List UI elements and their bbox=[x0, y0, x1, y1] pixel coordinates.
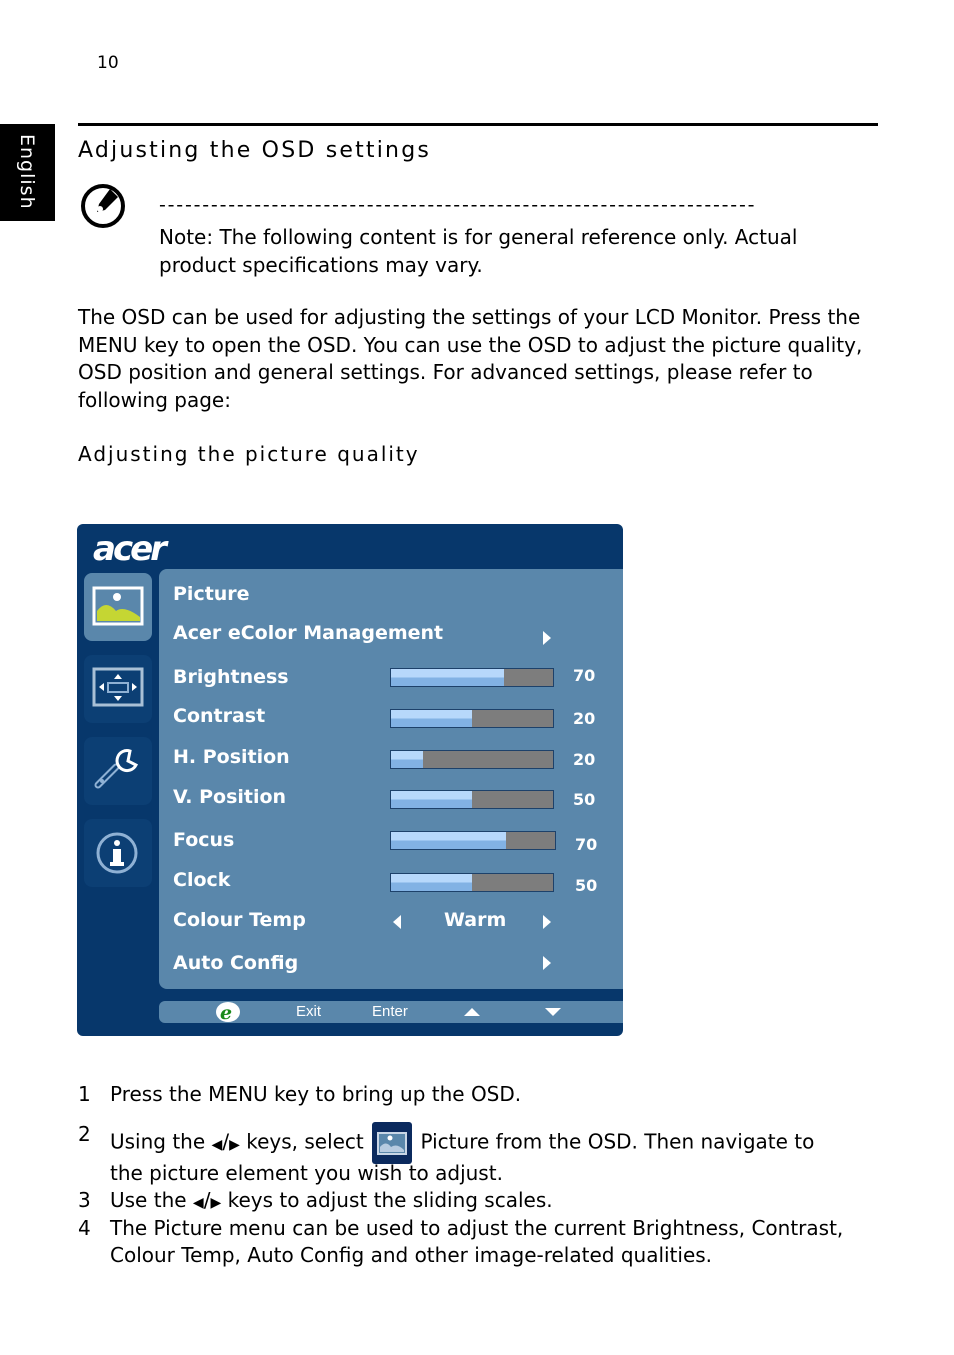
v-position-value: 50 bbox=[573, 790, 596, 809]
brightness-slider[interactable] bbox=[390, 668, 554, 687]
acer-logo: acer bbox=[93, 530, 172, 566]
sidebar-item-position[interactable] bbox=[84, 655, 152, 723]
language-tab: English bbox=[0, 124, 55, 221]
picture-menu-panel: Picture Acer eColor Management Brightnes… bbox=[159, 569, 623, 989]
down-arrow-icon[interactable] bbox=[545, 1007, 561, 1017]
slider-label-contrast: Contrast bbox=[173, 705, 266, 727]
settings-wrench-icon bbox=[94, 749, 139, 789]
focus-value: 70 bbox=[575, 835, 598, 854]
step-text: Picture from the OSD. Then navigate to bbox=[420, 1129, 815, 1154]
acer-logo-text: acer bbox=[93, 530, 169, 566]
picture-icon bbox=[92, 586, 144, 626]
language-tab-label: English bbox=[16, 134, 38, 210]
h-position-value: 20 bbox=[573, 750, 596, 769]
brightness-value: 70 bbox=[573, 666, 596, 685]
separator: / bbox=[222, 1129, 230, 1154]
osd-menu: acer Picture Acer eColor Management Brig… bbox=[77, 524, 623, 1036]
exit-button[interactable]: Exit bbox=[296, 1003, 321, 1020]
right-key-icon: ▶ bbox=[210, 1195, 222, 1211]
slider-label-h-position: H. Position bbox=[173, 746, 290, 768]
osd-footer: e Exit Enter bbox=[159, 1001, 623, 1023]
slider-fill bbox=[391, 710, 472, 727]
step-text: Press the MENU key to bring up the OSD. bbox=[110, 1082, 522, 1106]
slider-fill bbox=[391, 751, 424, 768]
separator: / bbox=[203, 1188, 211, 1212]
step-text: Colour Temp, Auto Config and other image… bbox=[110, 1243, 713, 1267]
step-number: 3 bbox=[78, 1188, 91, 1212]
slider-fill bbox=[391, 832, 506, 849]
contrast-slider[interactable] bbox=[390, 709, 554, 728]
left-key-icon: ◀ bbox=[192, 1195, 204, 1211]
step-text: Using the bbox=[110, 1129, 206, 1154]
picture-icon bbox=[372, 1122, 413, 1164]
section-divider bbox=[78, 123, 878, 126]
note-separator: ----------------------------------------… bbox=[159, 194, 757, 216]
osd-position-icon bbox=[92, 667, 144, 707]
enter-button[interactable]: Enter bbox=[372, 1003, 408, 1020]
menu-title: Picture bbox=[173, 583, 250, 605]
step-text-line: Using the ◀/▶ keys, select Picture from … bbox=[110, 1122, 814, 1164]
colour-temp-value: Warm bbox=[444, 909, 507, 931]
h-position-slider[interactable] bbox=[390, 750, 554, 769]
step-text: Use the bbox=[110, 1188, 187, 1212]
menu-item-auto-config[interactable]: Auto Config bbox=[173, 952, 298, 974]
focus-slider[interactable] bbox=[390, 831, 556, 850]
menu-item-ecolor[interactable]: Acer eColor Management bbox=[173, 622, 443, 644]
colour-temp-label: Colour Temp bbox=[173, 909, 306, 931]
v-position-slider[interactable] bbox=[390, 790, 554, 809]
clock-value: 50 bbox=[575, 876, 598, 895]
step-number: 1 bbox=[78, 1082, 91, 1106]
up-arrow-icon[interactable] bbox=[464, 1007, 480, 1017]
sidebar-item-settings[interactable] bbox=[84, 737, 152, 805]
intro-paragraph: The OSD can be used for adjusting the se… bbox=[78, 305, 863, 412]
page-number: 10 bbox=[97, 53, 119, 73]
section-title: Adjusting the OSD settings bbox=[78, 138, 432, 163]
auto-config-arrow-right-icon[interactable] bbox=[543, 956, 551, 970]
note-text: Note: The following content is for gener… bbox=[159, 225, 798, 277]
step-text: keys, select bbox=[246, 1129, 364, 1154]
clock-slider[interactable] bbox=[390, 873, 554, 892]
step-text: the picture element you wish to adjust. bbox=[110, 1161, 503, 1185]
step-text: keys to adjust the sliding scales. bbox=[227, 1188, 553, 1212]
ecolor-arrow-right-icon[interactable] bbox=[543, 631, 551, 645]
colour-temp-right-icon[interactable] bbox=[543, 915, 551, 929]
left-key-icon: ◀ bbox=[211, 1136, 223, 1153]
slider-fill bbox=[391, 874, 472, 891]
e-key-icon[interactable]: e bbox=[215, 1001, 241, 1023]
subsection-title: Adjusting the picture quality bbox=[78, 442, 420, 466]
sidebar-item-picture[interactable] bbox=[84, 573, 152, 641]
slider-label-clock: Clock bbox=[173, 869, 231, 891]
contrast-value: 20 bbox=[573, 709, 596, 728]
step-number: 2 bbox=[78, 1122, 91, 1146]
svg-text:e: e bbox=[220, 1002, 232, 1023]
note-icon bbox=[81, 184, 125, 228]
slider-label-focus: Focus bbox=[173, 829, 235, 851]
info-icon bbox=[96, 832, 138, 874]
slider-label-v-position: V. Position bbox=[173, 786, 287, 808]
colour-temp-left-icon[interactable] bbox=[393, 915, 401, 929]
slider-fill bbox=[391, 791, 472, 808]
slider-label-brightness: Brightness bbox=[173, 666, 289, 688]
slider-fill bbox=[391, 669, 505, 686]
step-text-line: Use the ◀/▶ keys to adjust the sliding s… bbox=[110, 1188, 553, 1212]
step-text: The Picture menu can be used to adjust t… bbox=[110, 1216, 844, 1240]
right-key-icon: ▶ bbox=[229, 1136, 240, 1153]
sidebar-item-info[interactable] bbox=[84, 819, 152, 887]
step-number: 4 bbox=[78, 1216, 91, 1240]
